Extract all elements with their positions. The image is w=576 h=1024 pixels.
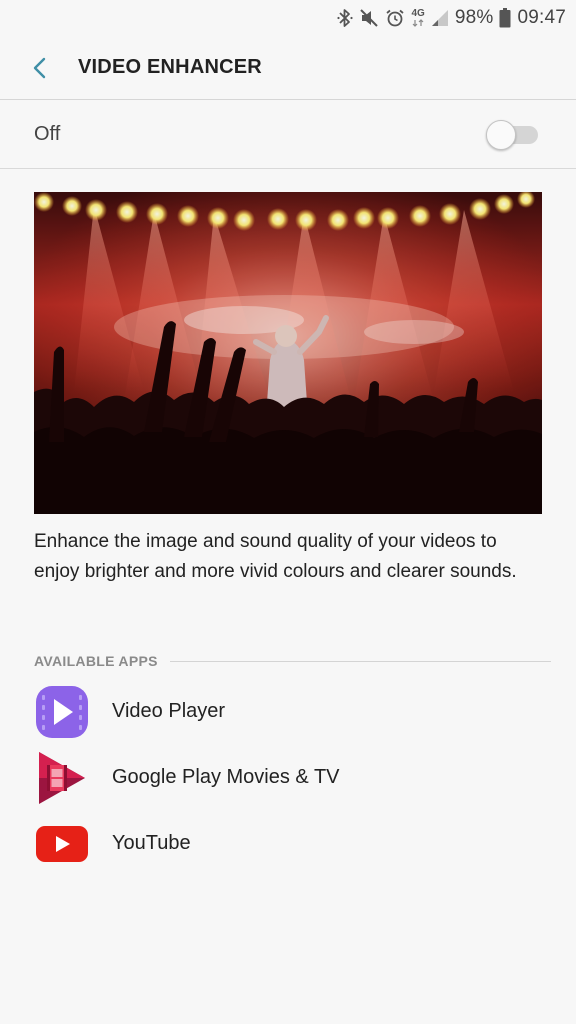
video-player-icon <box>34 684 90 740</box>
master-toggle[interactable] <box>486 120 538 150</box>
play-movies-icon <box>34 750 90 806</box>
app-label: YouTube <box>112 832 191 854</box>
master-switch-label: Off <box>34 123 61 145</box>
feature-description: Enhance the image and sound quality of y… <box>34 531 517 582</box>
available-apps-list: Video Player Google Play Movies & TV You… <box>0 678 576 876</box>
clock: 09:47 <box>517 7 566 28</box>
bluetooth-icon <box>337 8 354 28</box>
battery-percentage: 98% <box>454 7 494 28</box>
app-label: Video Player <box>112 700 226 722</box>
app-item-video-player[interactable]: Video Player <box>0 678 576 744</box>
available-apps-header: AVAILABLE APPS <box>34 652 551 670</box>
hero-image <box>34 192 542 514</box>
youtube-icon <box>34 816 90 872</box>
app-bar: VIDEO ENHANCER <box>0 36 576 100</box>
toggle-thumb <box>486 120 516 150</box>
available-apps-title: AVAILABLE APPS <box>34 653 158 669</box>
alarm-icon <box>385 8 405 28</box>
page-title: VIDEO ENHANCER <box>78 56 262 78</box>
battery-icon <box>499 8 511 28</box>
app-label: Google Play Movies & TV <box>112 766 340 788</box>
concert-illustration <box>34 192 542 514</box>
status-icons: 4G 98% 09:47 <box>337 6 566 30</box>
section-divider <box>169 660 551 662</box>
back-button[interactable] <box>22 50 58 86</box>
app-item-play-movies[interactable]: Google Play Movies & TV <box>0 744 576 810</box>
network-type-label: 4G <box>411 8 425 19</box>
chevron-left-icon <box>33 57 46 79</box>
status-bar: 4G 98% 09:47 <box>0 0 576 36</box>
network-4g-icon: 4G <box>411 8 425 27</box>
app-item-youtube[interactable]: YouTube <box>0 810 576 876</box>
signal-icon <box>431 9 449 27</box>
mute-icon <box>359 8 379 28</box>
